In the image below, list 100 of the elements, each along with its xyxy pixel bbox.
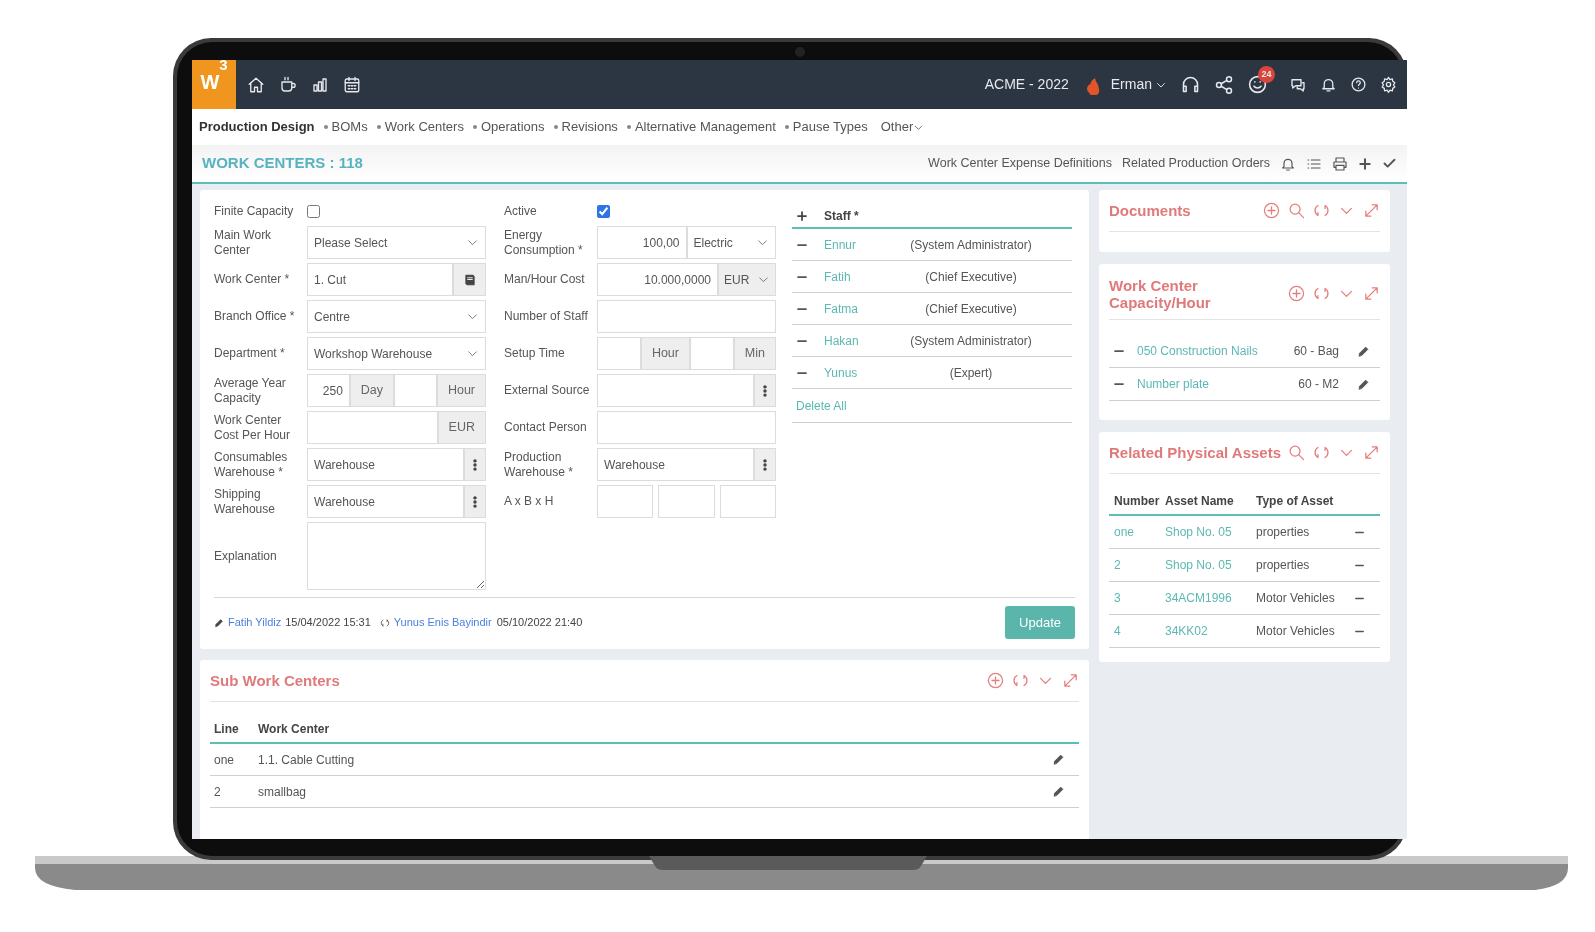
pencil-icon — [214, 617, 224, 628]
refresh-icon[interactable] — [1313, 202, 1330, 219]
unit-label: Hour — [436, 374, 486, 407]
refresh-icon[interactable] — [1313, 444, 1330, 461]
unit-label: Day — [349, 374, 395, 407]
table-cell-text: properties — [1256, 524, 1310, 541]
input-field[interactable] — [307, 411, 438, 444]
user-menu[interactable]: Erman — [1110, 74, 1167, 95]
select-field[interactable]: Workshop Warehouse — [307, 337, 486, 370]
input-field[interactable] — [719, 485, 776, 518]
timestamp: 15/04/2022 15:31 — [285, 615, 371, 631]
nav-link[interactable]: Alternative Management — [626, 117, 776, 137]
pencil-icon[interactable] — [1052, 753, 1065, 766]
help-icon[interactable] — [1350, 76, 1367, 93]
check-icon[interactable] — [1382, 156, 1397, 171]
nav-link[interactable]: Pause Types — [784, 117, 868, 137]
input-field[interactable]: 250 — [307, 374, 350, 407]
expand-icon[interactable] — [1062, 672, 1079, 689]
pencil-icon[interactable] — [1357, 377, 1370, 391]
staff-role: (Chief Executive) — [924, 300, 1018, 318]
input-field[interactable]: 1. Cut — [307, 263, 453, 296]
plus-icon[interactable] — [796, 209, 808, 222]
nav-link[interactable]: Operations — [472, 117, 545, 137]
more-icon[interactable] — [464, 448, 486, 481]
input-field[interactable]: Warehouse — [307, 485, 464, 518]
refresh-icon[interactable] — [1313, 285, 1330, 302]
expand-icon[interactable] — [1363, 444, 1380, 461]
input-field[interactable] — [658, 485, 715, 518]
refresh-icon[interactable] — [1012, 672, 1029, 689]
field-label: Energy Consumption * — [504, 227, 584, 258]
header-link[interactable]: Related Production Orders — [1122, 154, 1270, 173]
more-menu[interactable]: Other — [880, 117, 925, 137]
checkbox[interactable] — [307, 204, 320, 218]
input-field[interactable] — [597, 337, 641, 370]
field-label: Branch Office * — [214, 309, 296, 324]
expand-icon[interactable] — [1363, 285, 1380, 302]
checkbox[interactable] — [597, 204, 610, 218]
input-field[interactable]: Warehouse — [307, 448, 464, 481]
user-link[interactable]: Fatih Yildiz — [228, 614, 282, 631]
calendar-icon[interactable] — [343, 75, 361, 94]
table-cell-text: 1.1. Cable Cutting — [258, 751, 355, 769]
unit-label: EUR — [437, 411, 486, 444]
print-icon[interactable] — [1332, 155, 1348, 172]
select-field[interactable]: Electric — [686, 226, 776, 259]
section-title: Production Design — [199, 118, 315, 137]
input-field[interactable]: 10.000,0000 — [597, 263, 718, 296]
field-label: Shipping Warehouse — [214, 486, 276, 517]
input-field[interactable]: 100,00 — [597, 226, 687, 259]
select-field[interactable]: Centre — [307, 300, 486, 333]
panel-title: Documents — [1109, 202, 1191, 219]
settings-icon[interactable] — [1380, 76, 1397, 93]
add-icon[interactable] — [1288, 285, 1305, 302]
home-icon[interactable] — [247, 75, 265, 94]
field-label: Contact Person — [504, 420, 588, 435]
expand-icon[interactable] — [1363, 202, 1380, 219]
more-icon[interactable] — [464, 485, 486, 518]
bell-icon[interactable] — [1320, 76, 1337, 93]
field-label: Consumables Warehouse * — [214, 449, 289, 480]
field-label: Active — [504, 203, 538, 219]
column-header: Number — [1114, 493, 1161, 510]
plus-icon[interactable] — [1358, 156, 1372, 171]
share-icon[interactable] — [1214, 74, 1234, 95]
nav-link[interactable]: BOMs — [323, 117, 368, 137]
more-icon[interactable] — [754, 448, 776, 481]
add-icon[interactable] — [987, 672, 1004, 689]
book-icon[interactable] — [453, 263, 486, 296]
pencil-icon[interactable] — [1052, 785, 1065, 798]
field-label: Work Center * — [214, 272, 291, 287]
input-field[interactable] — [597, 485, 654, 518]
company-name[interactable]: ACME - 2022 — [984, 74, 1069, 95]
input-field[interactable] — [597, 411, 776, 444]
input-field[interactable] — [689, 337, 734, 370]
more-icon[interactable] — [754, 374, 776, 407]
search-icon[interactable] — [1288, 444, 1305, 461]
nav-link[interactable]: Work Centers — [376, 117, 464, 137]
header-link[interactable]: Work Center Expense Definitions — [928, 154, 1112, 173]
cup-icon[interactable] — [279, 75, 297, 94]
timestamp: 05/10/2022 21:40 — [496, 615, 583, 631]
headset-icon[interactable] — [1180, 74, 1201, 95]
chart-icon[interactable] — [311, 75, 329, 94]
column-header: Work Center — [258, 721, 330, 738]
currency-select[interactable]: EUR — [718, 263, 776, 296]
table-cell-text: 60 - Bag — [1293, 343, 1339, 360]
field-label: A x B x H — [504, 494, 555, 509]
input-field[interactable] — [597, 300, 776, 333]
search-icon[interactable] — [1288, 202, 1305, 219]
table-cell-text: Motor Vehicles — [1256, 590, 1335, 607]
staff-role: (System Administrator) — [909, 236, 1033, 254]
add-icon[interactable] — [1263, 202, 1280, 219]
field-label: Work Center Cost Per Hour — [214, 412, 292, 443]
input-field[interactable]: Warehouse — [597, 448, 754, 481]
table-cell-text: Motor Vehicles — [1256, 623, 1335, 640]
pencil-icon[interactable] — [1357, 344, 1370, 358]
panel-title: Related Physical Assets — [1109, 444, 1282, 461]
input-field[interactable] — [394, 374, 437, 407]
select-field[interactable]: Please Select — [307, 226, 486, 259]
user-link[interactable]: Yunus Enis Bayindir — [393, 614, 492, 631]
nav-link[interactable]: Revisions — [553, 117, 618, 137]
input-field[interactable] — [597, 374, 754, 407]
panel-title: Work Center Capacity/Hour — [1109, 276, 1212, 311]
